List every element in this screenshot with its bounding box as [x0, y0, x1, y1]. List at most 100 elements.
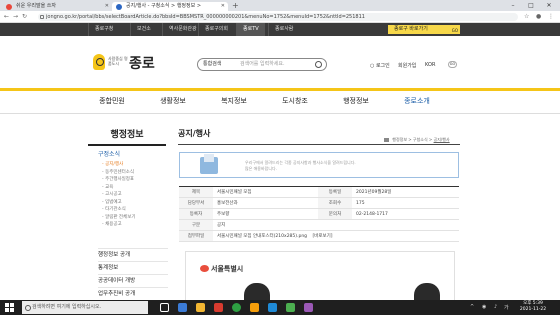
breadcrumb-item[interactable]: 공지/행사	[434, 137, 450, 142]
lnb-item-jobs[interactable]: - 채용공고	[98, 221, 168, 229]
volume-icon[interactable]: ♪	[494, 304, 497, 310]
browser-tab-1[interactable]: 쉬운 우리말을 쓰자 ✕	[2, 2, 112, 11]
info-text: 우리구에서 알려드리는 각종 공지사항과 행사소식을 알려드립니다. 많은 애용…	[245, 160, 356, 172]
join-link[interactable]: 회원가입	[398, 62, 416, 69]
quick-go-button[interactable]: GO	[452, 26, 458, 35]
taskbar-clock[interactable]: 오후 5:39 2021-11-22	[512, 301, 554, 313]
search-scope-select[interactable]: 통합검색	[203, 59, 221, 70]
app-icon[interactable]	[250, 303, 259, 312]
logo-icon[interactable]	[93, 54, 105, 70]
nav-item-about[interactable]: 종로소개	[387, 94, 447, 108]
value-date: 2021년09월28일	[352, 186, 459, 198]
table-row: 첨부파일 서울시민패널 모집 안내포스터(210x285).png [바로보기]	[179, 230, 459, 242]
lnb-section-disclosure[interactable]: 행정정보 공개	[98, 248, 168, 260]
nav-accent-line	[0, 88, 560, 91]
browser-toolbar: ← → ↻ jongno.go.kr/portal/bbs/selectBoar…	[0, 11, 560, 23]
app-icon[interactable]	[286, 303, 295, 312]
lnb-section-head[interactable]: 구정소식	[98, 150, 168, 159]
attached-image: 서울특별시	[185, 251, 455, 306]
language-go-button[interactable]: GO	[448, 61, 457, 68]
back-button[interactable]: ←	[4, 13, 9, 20]
site-tab-jongno[interactable]: 종로구청	[88, 23, 119, 36]
app-icon[interactable]	[214, 303, 223, 312]
edge-icon[interactable]	[178, 303, 187, 312]
ime-indicator[interactable]: 가	[504, 304, 509, 311]
quick-link-select[interactable]: 종로구 바로가기 GO	[388, 25, 460, 34]
nav-item-welfare[interactable]: 복지정보	[204, 94, 264, 108]
article-table: 제목 서울시민패널 모집 등록일 2021년09월28일 담당부서 홍보전산과 …	[179, 186, 459, 242]
label-writer: 등록자	[179, 208, 213, 220]
preview-button[interactable]: [바로보기]	[312, 234, 332, 239]
browser-tab-title: 공지/행사 - 구청소식 > 행정정보 >	[126, 3, 202, 9]
label-views: 조회수	[318, 197, 353, 209]
site-tab-people[interactable]: 종로사람	[268, 23, 299, 36]
site-tab-tv[interactable]: 종로TV	[236, 23, 265, 36]
nav-item-city[interactable]: 도시창조	[265, 94, 325, 108]
close-tab-icon[interactable]: ✕	[105, 2, 109, 11]
lnb-title: 행정정보	[88, 124, 166, 146]
nav-item-life[interactable]: 생활정보	[143, 94, 203, 108]
new-tab-button[interactable]: +	[232, 1, 239, 10]
lnb-item-dong[interactable]: - 동주민센터소식	[98, 169, 168, 177]
breadcrumb-item[interactable]: 구청소식	[413, 137, 428, 142]
lnb-item-edu[interactable]: - 교육	[98, 184, 168, 192]
logo-text[interactable]: 종로	[129, 53, 155, 73]
language-select[interactable]: KOR	[425, 62, 435, 68]
star-icon[interactable]: ☆	[524, 13, 529, 20]
reload-button[interactable]: ↻	[22, 13, 27, 20]
search-icon[interactable]	[315, 61, 322, 68]
windows-start-icon[interactable]	[5, 303, 14, 312]
menu-icon[interactable]: ⋮	[548, 13, 554, 20]
site-tab-culture[interactable]: 역사문화관광	[162, 23, 203, 36]
app-icon[interactable]	[304, 303, 313, 312]
lnb-item-all[interactable]: - 알림판 전체보기	[98, 214, 168, 222]
close-window-button[interactable]: ✕	[540, 0, 558, 11]
home-icon[interactable]	[384, 138, 389, 142]
lnb-item-weekly[interactable]: - 주간행사일정표	[98, 176, 168, 184]
table-row: 담당부서 홍보전산과 조회수 175	[179, 197, 459, 209]
forward-button[interactable]: →	[13, 13, 18, 20]
chrome-icon[interactable]	[232, 303, 241, 312]
lnb-section-stats[interactable]: 통계정보	[98, 261, 168, 273]
nav-item-civil[interactable]: 종합민원	[82, 94, 142, 108]
lnb-item-label: 주간행사일정표	[105, 177, 135, 182]
lnb-section-opendata[interactable]: 공공데이터 개방	[98, 274, 168, 286]
login-label: 로그인	[375, 63, 390, 69]
address-bar[interactable]: jongno.go.kr/portal/bbs/selectBoardArtic…	[38, 13, 518, 21]
seoul-logo: 서울특별시	[200, 264, 243, 274]
value-views: 175	[352, 197, 459, 209]
lnb-item-law[interactable]: - 입법예고	[98, 199, 168, 207]
main-navigation: 종합민원 생활정보 복지정보 도시창조 행정정보 종로소개	[0, 88, 560, 114]
label-phone: 문의처	[318, 208, 353, 220]
close-tab-icon[interactable]: ✕	[221, 2, 225, 11]
breadcrumb-item[interactable]: 행정정보	[392, 137, 407, 142]
table-row: 제목 서울시민패널 모집 등록일 2021년09월28일	[179, 186, 459, 198]
nav-item-admin[interactable]: 행정정보	[326, 94, 386, 108]
lnb-item-notice[interactable]: - 공지/행사	[98, 161, 168, 169]
login-link[interactable]: ○ 로그인	[370, 62, 390, 69]
profile-icon[interactable]: ●	[536, 13, 541, 20]
label-subject: 제목	[179, 186, 213, 198]
maximize-button[interactable]: □	[522, 0, 540, 11]
value-phone: 02-2148-1717	[352, 208, 459, 220]
network-icon[interactable]: ◉	[482, 304, 486, 310]
label-type: 구분	[179, 219, 213, 231]
folder-icon[interactable]	[196, 303, 205, 312]
attachment-link[interactable]: 서울시민패널 모집 안내포스터(210x285).png	[217, 234, 307, 239]
minimize-button[interactable]: –	[504, 0, 522, 11]
tray-chevron-icon[interactable]: ^	[470, 304, 474, 310]
taskbar-search-input[interactable]: 검색하려면 여기에 입력하십시오.	[22, 301, 148, 314]
table-row: 등록자 주보향 문의처 02-2148-1717	[179, 208, 459, 220]
site-tab-health[interactable]: 보건소	[130, 23, 157, 36]
search-input[interactable]: 검색어를 입력하세요.	[240, 59, 285, 70]
lnb-item-other[interactable]: - 타기관소식	[98, 206, 168, 214]
site-tab-council[interactable]: 종로구의회	[198, 23, 234, 36]
lnb-section-expense[interactable]: 업무추진비 공개	[98, 287, 168, 299]
lnb-item-gosi[interactable]: - 고시공고	[98, 191, 168, 199]
windows-taskbar: 검색하려면 여기에 입력하십시오. ^ ◉ ♪ 가 오후 5:39 2021-1…	[0, 300, 560, 315]
task-view-icon[interactable]	[160, 303, 169, 312]
browser-tab-2[interactable]: 공지/행사 - 구청소식 > 행정정보 > ✕	[112, 2, 228, 11]
breadcrumb: 행정정보 > 구청소식 > 공지/행사	[384, 137, 450, 143]
app-icon[interactable]	[268, 303, 277, 312]
lnb-item-label: 공지/행사	[105, 162, 124, 167]
